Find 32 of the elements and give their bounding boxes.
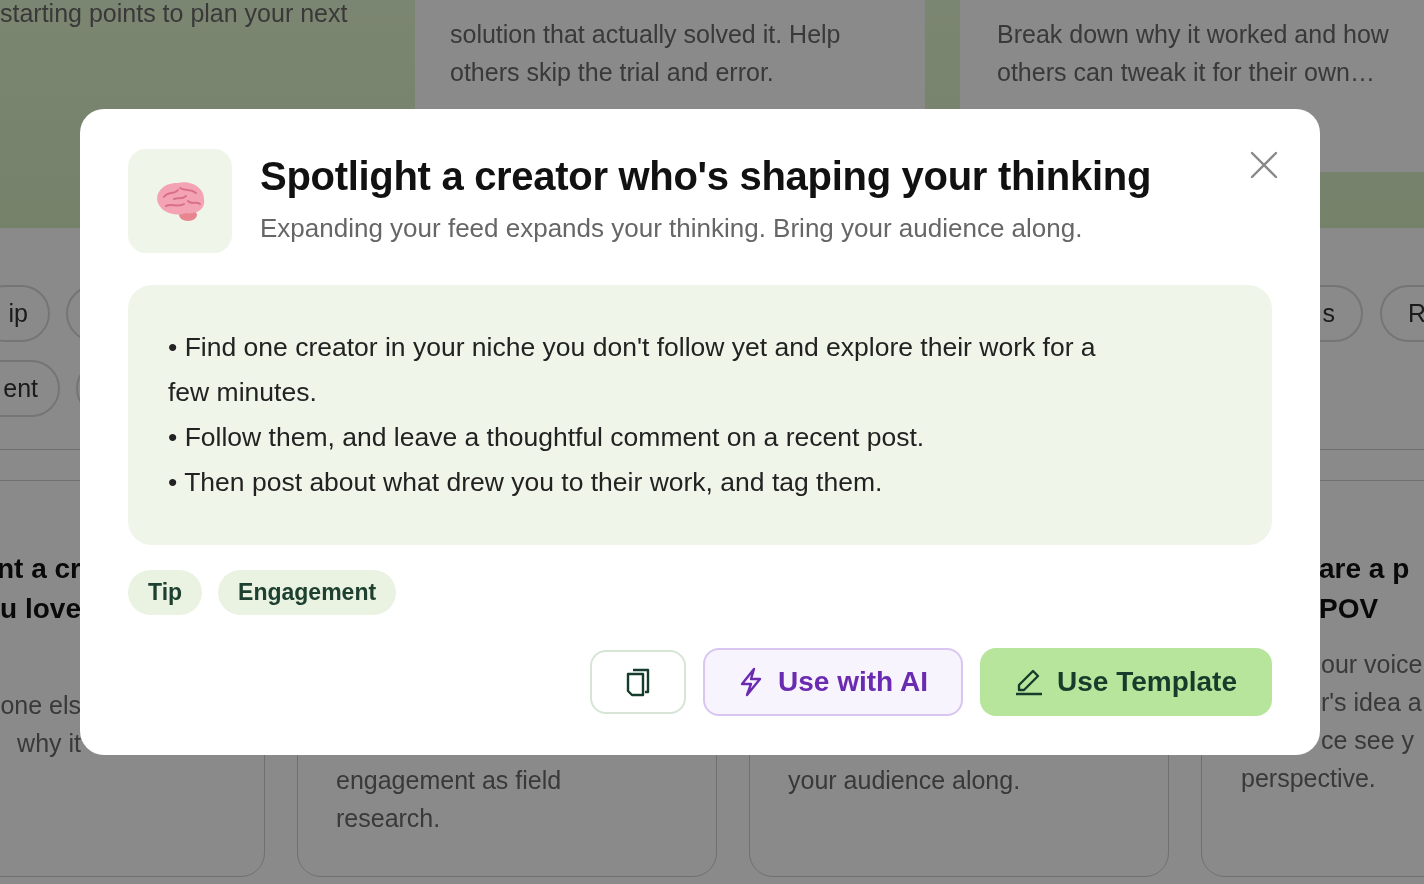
dialog-subtitle: Expanding your feed expands your thinking. Bring your audience along. (260, 212, 1084, 244)
card-text: why it (17, 728, 81, 759)
card-text: research. (336, 803, 442, 834)
card-title: are a p (1319, 552, 1411, 586)
card-text: others skip the trial and error. (450, 57, 775, 88)
instruction-text: • Then post about what drew you to their work, and tag them. (168, 466, 884, 499)
card-title: u love (0, 592, 81, 626)
tag: Tip (128, 570, 203, 615)
use-template-button[interactable]: Use Template (980, 648, 1272, 716)
filter-chip[interactable]: ip (0, 285, 50, 342)
tag: Engagement (218, 570, 397, 615)
card-text: ce see y (1321, 725, 1416, 756)
card-text: engagement as field (336, 765, 563, 796)
card-text: solution that actually solved it. Help (450, 19, 842, 50)
filter-chip[interactable]: ent (0, 360, 60, 417)
use-with-ai-button[interactable]: Use with AI (703, 648, 963, 716)
card-text: perspective. (1241, 763, 1377, 794)
card-text: your audience along. (788, 765, 1022, 796)
card-text: starting points to plan your next (0, 0, 349, 29)
card-title: POV (1319, 592, 1380, 626)
close-icon[interactable] (1250, 151, 1278, 179)
card-text: our voice (1321, 649, 1424, 680)
card-text: r's idea a (1321, 687, 1423, 718)
pencil-icon (1015, 668, 1043, 696)
instruction-text: • Find one creator in your niche you don't follow yet and explore their work for a few minutes. (168, 331, 1097, 409)
card-text: Break down why it worked and how (997, 19, 1390, 50)
copy-button[interactable] (590, 650, 686, 714)
card-text: one els (0, 690, 81, 721)
instruction-text: • Follow them, and leave a thoughtful comment on a recent post. (168, 421, 926, 454)
card-text: others can tweak it for their own… (997, 57, 1376, 88)
copy-icon (626, 667, 650, 697)
dialog-title: Spotlight a creator who's shaping your thinking (260, 153, 1152, 200)
